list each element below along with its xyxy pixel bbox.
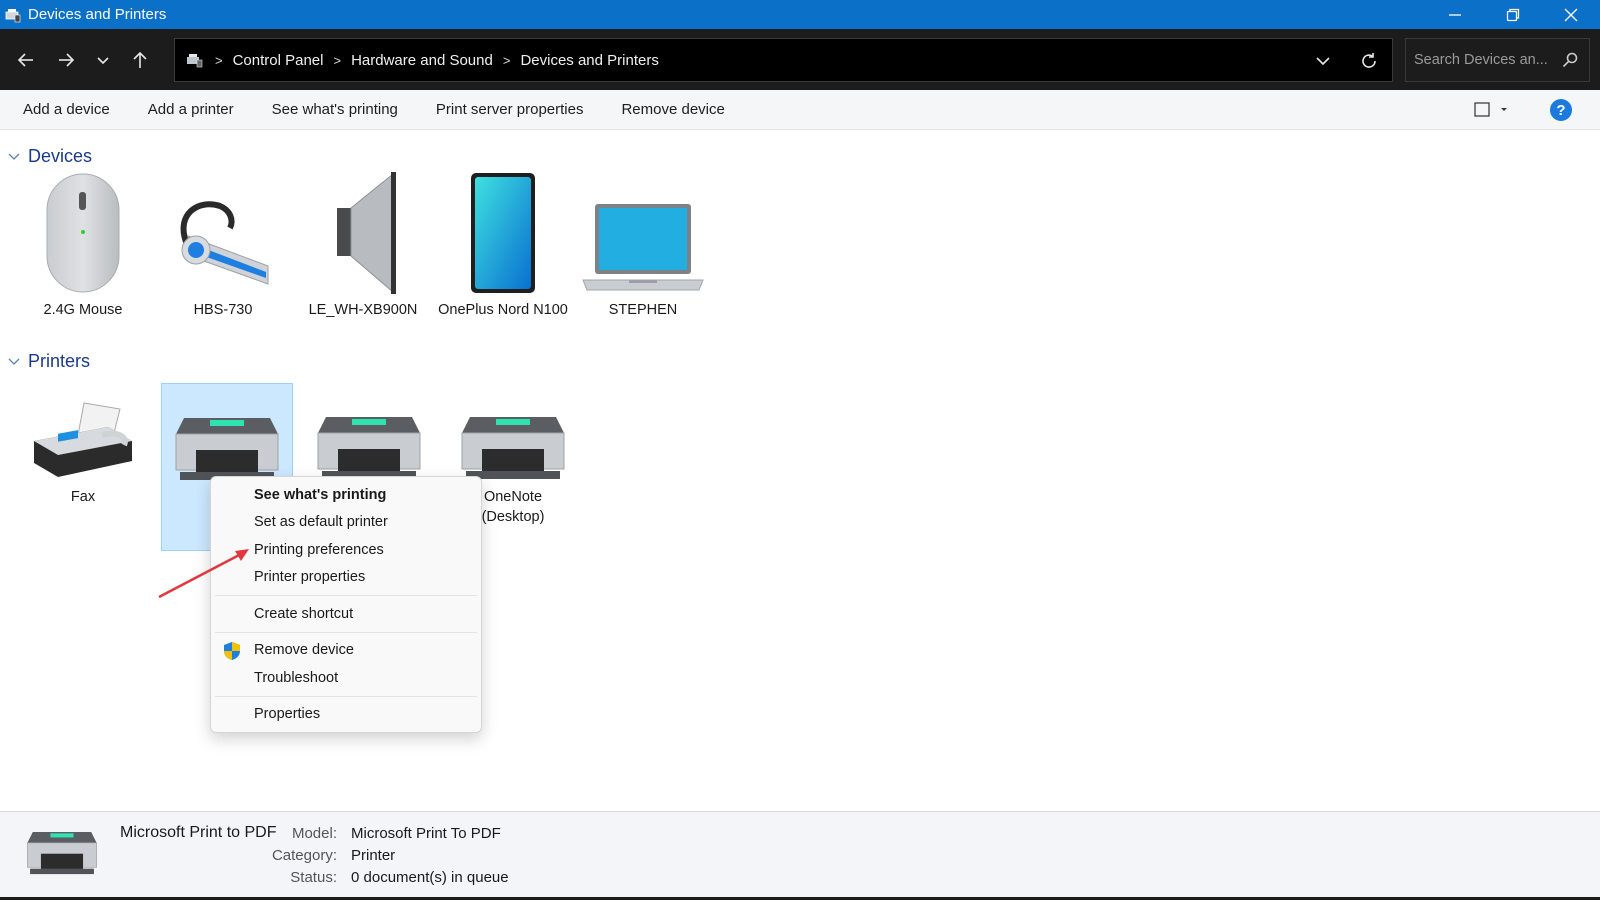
refresh-icon	[1362, 53, 1376, 68]
section-title: Printers	[28, 351, 91, 371]
breadcrumb-devices-and-printers[interactable]: Devices and Printers	[520, 52, 658, 69]
printer-icon	[461, 417, 565, 479]
chevron-down-icon	[8, 358, 20, 365]
printers-section-header[interactable]: Printers	[8, 351, 90, 372]
device-label: 2.4G Mouse	[43, 302, 123, 318]
minimize-icon	[1449, 13, 1461, 16]
address-bar[interactable]: > Control Panel > Hardware and Sound > D…	[174, 38, 1393, 82]
title-bar: Devices and Printers	[0, 0, 1600, 29]
speaker-icon	[337, 172, 396, 294]
breadcrumb-separator-icon: >	[215, 52, 223, 68]
printer-label: Fax	[70, 489, 96, 505]
change-view-button[interactable]	[1466, 90, 1516, 130]
command-bar: Add a device Add a printer See what's pr…	[0, 90, 1600, 130]
details-model-row: Model: Microsoft Print To PDF	[291, 825, 501, 842]
details-pane: Microsoft Print to PDF Model: Microsoft P…	[0, 811, 1600, 900]
annotation-arrow-icon	[158, 549, 249, 599]
laptop-icon	[582, 204, 704, 291]
back-button[interactable]	[6, 40, 46, 80]
remove-device-button[interactable]: Remove device	[602, 90, 743, 130]
phone-icon	[471, 173, 535, 293]
view-options-icon	[1474, 102, 1507, 117]
device-phone[interactable]: OnePlus Nord N100	[437, 172, 569, 320]
menu-item-set-default-printer[interactable]: Set as default printer	[211, 509, 481, 537]
device-laptop[interactable]: STEPHEN	[577, 172, 709, 320]
device-label: STEPHEN	[608, 302, 678, 318]
help-icon: ?	[1556, 101, 1566, 119]
window-title: Devices and Printers	[28, 6, 167, 23]
printer-icon	[317, 417, 421, 479]
restore-icon	[1506, 8, 1520, 21]
headset-icon	[180, 201, 269, 285]
menu-item-remove-device[interactable]: Remove device	[211, 637, 481, 665]
menu-item-troubleshoot[interactable]: Troubleshoot	[211, 664, 481, 692]
mouse-icon	[46, 173, 120, 293]
device-label: LE_WH-XB900N	[308, 302, 418, 318]
printer-icon	[175, 418, 279, 480]
restore-button[interactable]	[1484, 0, 1542, 29]
context-menu: See what's printing Set as default print…	[210, 476, 482, 733]
menu-separator	[215, 631, 477, 633]
details-category-row: Category: Printer	[271, 847, 396, 864]
see-whats-printing-button[interactable]: See what's printing	[253, 90, 417, 130]
close-button[interactable]	[1542, 0, 1600, 29]
printer-unnamed[interactable]	[303, 383, 435, 487]
help-button[interactable]: ?	[1550, 99, 1572, 121]
device-mouse[interactable]: 2.4G Mouse	[17, 172, 149, 320]
forward-button[interactable]	[46, 40, 86, 80]
up-button[interactable]	[120, 40, 160, 80]
chevron-down-icon	[97, 56, 109, 64]
navigation-bar: > Control Panel > Hardware and Sound > D…	[0, 29, 1600, 90]
arrow-up-icon	[133, 51, 147, 68]
fax-icon	[34, 402, 132, 477]
add-printer-button[interactable]: Add a printer	[129, 90, 253, 130]
devices-printers-app-icon	[5, 8, 21, 22]
add-device-button[interactable]: Add a device	[0, 90, 129, 130]
device-speaker[interactable]: LE_WH-XB900N	[297, 172, 429, 320]
device-label: OnePlus Nord N100	[438, 302, 568, 318]
recent-locations-button[interactable]	[86, 40, 120, 80]
control-panel-icon	[187, 54, 203, 68]
chevron-down-icon	[1316, 57, 1330, 66]
menu-item-see-whats-printing[interactable]: See what's printing	[211, 481, 481, 509]
printer-fax[interactable]: Fax	[17, 383, 149, 507]
uac-shield-icon	[224, 641, 240, 660]
address-history-button[interactable]	[1300, 39, 1346, 83]
search-box[interactable]	[1405, 38, 1590, 82]
close-icon	[1564, 8, 1578, 21]
breadcrumb-separator-icon: >	[333, 52, 342, 68]
section-title: Devices	[28, 146, 93, 166]
search-input[interactable]	[1414, 52, 1554, 68]
device-label: HBS-730	[193, 302, 253, 318]
print-server-properties-button[interactable]: Print server properties	[417, 90, 603, 130]
printer-icon	[27, 831, 97, 875]
breadcrumb-hardware-and-sound[interactable]: Hardware and Sound	[351, 52, 493, 69]
refresh-button[interactable]	[1346, 39, 1392, 83]
arrow-right-icon	[59, 52, 75, 67]
breadcrumb-control-panel[interactable]: Control Panel	[233, 52, 324, 69]
menu-separator	[215, 695, 477, 697]
menu-item-properties[interactable]: Properties	[211, 701, 481, 729]
breadcrumb-separator-icon: >	[502, 52, 511, 68]
details-status-row: Status: 0 document(s) in queue	[290, 869, 509, 886]
chevron-down-icon	[8, 153, 20, 160]
devices-section-header[interactable]: Devices	[8, 146, 92, 167]
search-icon	[1562, 52, 1578, 68]
menu-item-create-shortcut[interactable]: Create shortcut	[211, 600, 481, 628]
device-headset[interactable]: HBS-730	[157, 172, 289, 320]
minimize-button[interactable]	[1426, 0, 1484, 29]
arrow-left-icon	[17, 52, 33, 67]
